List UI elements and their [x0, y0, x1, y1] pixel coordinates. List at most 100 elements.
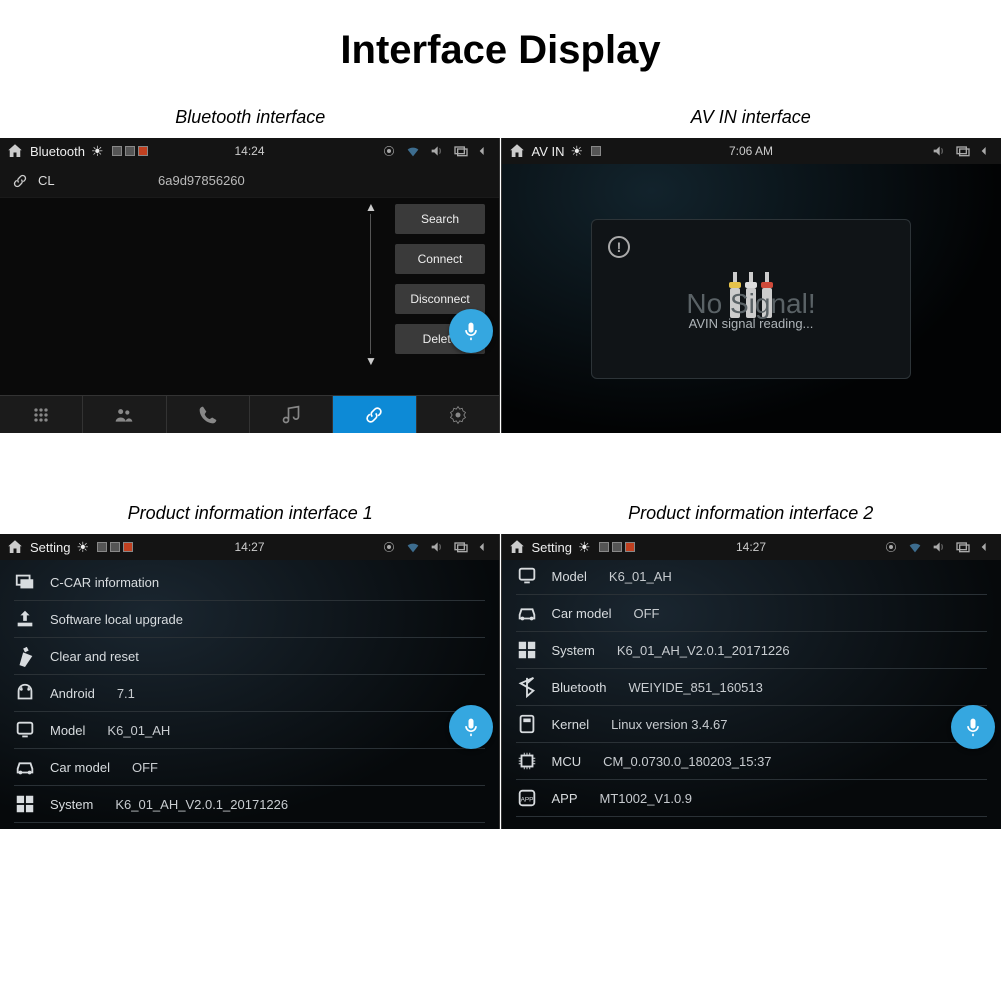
clock: 14:27: [234, 540, 264, 554]
tab-music[interactable]: [250, 396, 333, 433]
row-label: Bluetooth: [552, 680, 607, 695]
volume-icon[interactable]: [429, 539, 445, 555]
tab-keypad[interactable]: [0, 396, 83, 433]
setting-row-app[interactable]: APP APP MT1002_V1.0.9: [516, 780, 987, 817]
back-icon[interactable]: [477, 539, 493, 555]
setting-row-system[interactable]: System K6_01_AH_V2.0.1_20171226: [14, 786, 485, 823]
av-panel: ! No Signal! AVIN signal reading...: [591, 219, 911, 379]
row-label: C-CAR information: [50, 575, 159, 590]
screen-icon[interactable]: [955, 539, 971, 555]
tray-icons: [599, 542, 635, 552]
row-value: OFF: [132, 760, 158, 775]
location-icon: [381, 539, 397, 555]
device-address: 6a9d97856260: [158, 173, 245, 188]
back-icon[interactable]: [979, 539, 995, 555]
status-bar: Setting ☀ 14:27: [502, 534, 1001, 560]
clock: 7:06 AM: [729, 144, 773, 158]
clock: 14:27: [736, 540, 766, 554]
tab-contacts[interactable]: [83, 396, 166, 433]
wifi-icon: [405, 143, 421, 159]
row-label: Kernel: [552, 717, 590, 732]
system-icon: [516, 639, 538, 661]
wifi-icon: [405, 539, 421, 555]
setting-row-bluetooth[interactable]: Bluetooth WEIYIDE_851_160513: [516, 669, 987, 706]
brightness-icon[interactable]: ☀: [578, 539, 591, 556]
link-icon: [12, 173, 28, 189]
scroll-up-icon[interactable]: ▲: [365, 200, 377, 214]
row-label: Car model: [50, 760, 110, 775]
row-value: CM_0.0730.0_180203_15:37: [603, 754, 771, 769]
setting-row-android[interactable]: Android7.1: [14, 675, 485, 712]
setting-row-system[interactable]: SystemK6_01_AH_V2.0.1_20171226: [516, 632, 987, 669]
bluetooth-icon: [516, 676, 538, 698]
row-label: System: [552, 643, 595, 658]
tray-icons: [97, 542, 133, 552]
setting-row-model[interactable]: ModelK6_01_AH: [516, 560, 987, 595]
bt-device-row[interactable]: CL 6a9d97856260: [0, 164, 499, 198]
screen-avin: AV IN ☀ 7:06 AM !: [501, 138, 1001, 433]
screen-icon[interactable]: [453, 539, 469, 555]
brightness-icon[interactable]: ☀: [571, 143, 584, 160]
mic-button[interactable]: [449, 705, 493, 749]
brightness-icon[interactable]: ☀: [91, 143, 104, 160]
setting-row-car-model[interactable]: Car model OFF: [516, 595, 987, 632]
row-value: WEIYIDE_851_160513: [628, 680, 762, 695]
volume-icon[interactable]: [931, 539, 947, 555]
setting-row-car-model[interactable]: Car model OFF: [14, 749, 485, 786]
row-label: Software local upgrade: [50, 612, 183, 627]
screen-icon[interactable]: [453, 143, 469, 159]
tab-settings[interactable]: [417, 396, 499, 433]
search-button[interactable]: Search: [395, 204, 485, 234]
caption-info2: Product information interface 2: [501, 493, 1001, 534]
row-value: OFF: [633, 606, 659, 621]
scroll-track[interactable]: [370, 214, 371, 354]
tray-icons: [591, 146, 601, 156]
row-label: Clear and reset: [50, 649, 139, 664]
tab-calls[interactable]: [167, 396, 250, 433]
brightness-icon[interactable]: ☀: [76, 539, 89, 556]
home-icon[interactable]: [6, 142, 24, 160]
row-label: System: [50, 797, 93, 812]
row-label: Car model: [552, 606, 612, 621]
status-title: Bluetooth: [30, 144, 85, 159]
screen-info2: Setting ☀ 14:27 ModelK6_01_AH Car model OF…: [501, 534, 1001, 829]
row-label: APP: [552, 791, 578, 806]
volume-icon[interactable]: [931, 143, 947, 159]
mic-button[interactable]: [951, 705, 995, 749]
bt-tab-bar: [0, 395, 499, 433]
back-icon[interactable]: [477, 143, 493, 159]
row-label: Model: [50, 723, 85, 738]
location-icon: [381, 143, 397, 159]
row-label: MCU: [552, 754, 582, 769]
screen-icon[interactable]: [955, 143, 971, 159]
setting-row-mcu[interactable]: MCU CM_0.0730.0_180203_15:37: [516, 743, 987, 780]
android-icon: [14, 682, 36, 704]
tray-icons: [112, 146, 148, 156]
scroll-down-icon[interactable]: ▼: [365, 354, 377, 368]
row-value: K6_01_AH: [609, 569, 672, 584]
status-title: Setting: [532, 540, 572, 555]
c-car-information-icon: [14, 571, 36, 593]
location-icon: [883, 539, 899, 555]
back-icon[interactable]: [979, 143, 995, 159]
app-icon: APP: [516, 787, 538, 809]
model-icon: [516, 565, 538, 587]
caption-bluetooth: Bluetooth interface: [0, 97, 501, 138]
car-model-icon: [516, 602, 538, 624]
device-name: CL: [38, 173, 158, 188]
home-icon[interactable]: [508, 538, 526, 556]
row-value: K6_01_AH_V2.0.1_20171226: [115, 797, 288, 812]
volume-icon[interactable]: [429, 143, 445, 159]
home-icon[interactable]: [6, 538, 24, 556]
mic-button[interactable]: [449, 309, 493, 353]
connect-button[interactable]: Connect: [395, 244, 485, 274]
setting-row-model[interactable]: ModelK6_01_AH: [14, 712, 485, 749]
setting-row-software-local-upgrade[interactable]: Software local upgrade: [14, 601, 485, 638]
row-value: 7.1: [117, 686, 135, 701]
setting-row-c-car-information[interactable]: C-CAR information: [14, 564, 485, 601]
setting-row-kernel[interactable]: KernelLinux version 3.4.67: [516, 706, 987, 743]
setting-row-clear-and-reset[interactable]: Clear and reset: [14, 638, 485, 675]
row-value: MT1002_V1.0.9: [600, 791, 693, 806]
home-icon[interactable]: [508, 142, 526, 160]
tab-pair[interactable]: [333, 396, 416, 433]
